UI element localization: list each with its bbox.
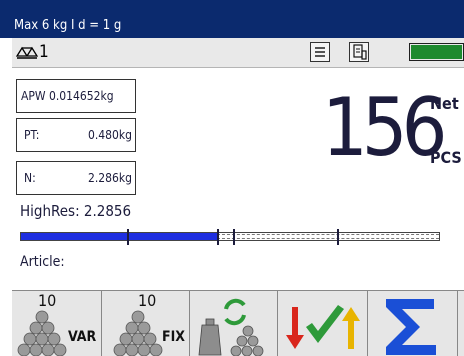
apw-field[interactable]: APW 0.014652kg [16, 79, 136, 113]
softkey-var-number: 10 [38, 291, 57, 310]
weighing-bar-remaining [217, 234, 439, 239]
capacity-info: Max 6 kg I d = 1 g [14, 18, 122, 33]
scale-indicator[interactable]: 1 [16, 42, 49, 62]
softkey-totals[interactable] [368, 291, 458, 356]
net-weight-label: N: [24, 171, 36, 185]
highres-readout: HighRes: 2.2856 [20, 202, 132, 220]
weight-refresh-icon [198, 298, 264, 356]
softkey-check-weigh[interactable] [278, 291, 368, 356]
coin-pile-icon [17, 310, 67, 356]
list-button[interactable] [310, 42, 330, 62]
weighing-bar-fill [21, 233, 218, 240]
article-label: Article: [20, 254, 65, 270]
softkey-bar: 10 VAR 10 FIX [12, 290, 464, 356]
softkey-fix-number: 10 [138, 291, 157, 310]
scale-number: 1 [39, 42, 49, 62]
net-weight-value: 2.286kg [87, 171, 132, 185]
softkey-more[interactable] [458, 291, 464, 356]
main-count-value: 156 [322, 81, 447, 174]
bar-tick [337, 229, 339, 245]
bar-tick [233, 229, 235, 245]
bar-tick [217, 229, 219, 245]
print-icon [353, 44, 367, 60]
sigma-icon [386, 299, 436, 355]
preset-tare-field[interactable]: PT: 0.480kg [16, 118, 136, 152]
softkey-var-tag: VAR [68, 329, 97, 345]
scale-icon [16, 46, 38, 59]
weighing-bar [20, 229, 440, 245]
check-weigh-icon [286, 305, 360, 349]
print-button[interactable] [349, 42, 369, 62]
net-label: Net [430, 94, 459, 113]
unit-label: PCS [430, 148, 462, 167]
level-indicator-fill [411, 45, 462, 59]
bar-tick [127, 229, 129, 245]
status-bar: 1 [12, 38, 464, 68]
level-indicator [409, 43, 464, 61]
preset-tare-value: 0.480kg [87, 128, 132, 142]
top-bar: Max 6 kg I d = 1 g [0, 0, 464, 38]
softkey-fix-tag: FIX [162, 329, 186, 345]
net-weight-field[interactable]: N: 2.286kg [16, 161, 136, 195]
softkey-fix[interactable]: 10 FIX [102, 291, 190, 356]
softkey-tare-refresh[interactable] [190, 291, 278, 356]
preset-tare-label: PT: [24, 128, 40, 142]
apw-value: APW 0.014652kg [21, 89, 114, 103]
main-display: APW 0.014652kg PT: 0.480kg N: 2.286kg 15… [12, 68, 464, 290]
softkey-var[interactable]: 10 VAR [12, 291, 102, 356]
list-icon [315, 47, 325, 57]
